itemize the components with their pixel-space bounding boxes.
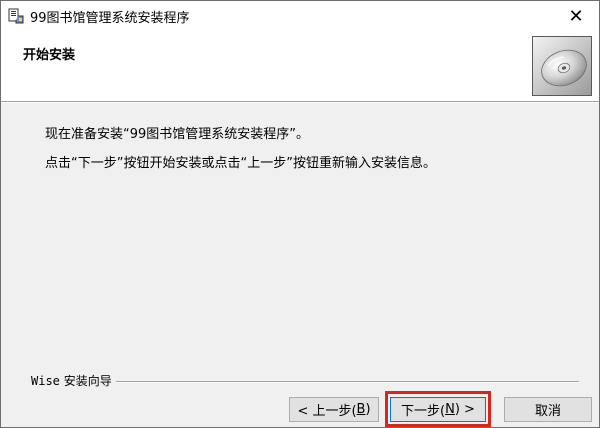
installer-window: 99图书馆管理系统安装程序 ✕ 开始安装 现在准备安装“99图书馆管理系统安装程… (0, 0, 600, 428)
cd-disc-icon (532, 36, 592, 96)
body-text-line-1: 现在准备安装“99图书馆管理系统安装程序”。 (45, 127, 310, 142)
wizard-caption: 安装向导 (59, 374, 112, 388)
next-button-label-prefix: 下一步( (401, 404, 446, 419)
close-button[interactable]: ✕ (553, 1, 599, 31)
wizard-brand: Wise (31, 374, 60, 388)
back-button-label-prefix: < 上一步( (297, 404, 357, 419)
window-title: 99图书馆管理系统安装程序 (30, 11, 190, 26)
close-icon: ✕ (568, 5, 584, 27)
page-title: 开始安装 (23, 48, 76, 63)
next-button-label-suffix: ) > (454, 402, 475, 417)
header-panel: 开始安装 (1, 31, 599, 101)
back-button-mnemonic: B (356, 402, 366, 417)
wizard-group-label: Wise 安装向导 (31, 372, 116, 389)
next-button[interactable]: 下一步(N) > (390, 397, 486, 422)
cancel-button-label: 取消 (534, 404, 561, 419)
installer-app-icon (8, 8, 24, 24)
body-text-line-2: 点击“下一步”按钮开始安装或点击“上一步”按钮重新输入安装信息。 (45, 156, 436, 171)
header-divider-highlight (1, 102, 599, 103)
cancel-button[interactable]: 取消 (504, 397, 592, 422)
next-button-mnemonic: N (445, 402, 455, 417)
back-button-label-suffix: ) (365, 402, 371, 417)
back-button[interactable]: < 上一步(B) (289, 397, 379, 422)
title-bar[interactable]: 99图书馆管理系统安装程序 ✕ (1, 1, 599, 31)
